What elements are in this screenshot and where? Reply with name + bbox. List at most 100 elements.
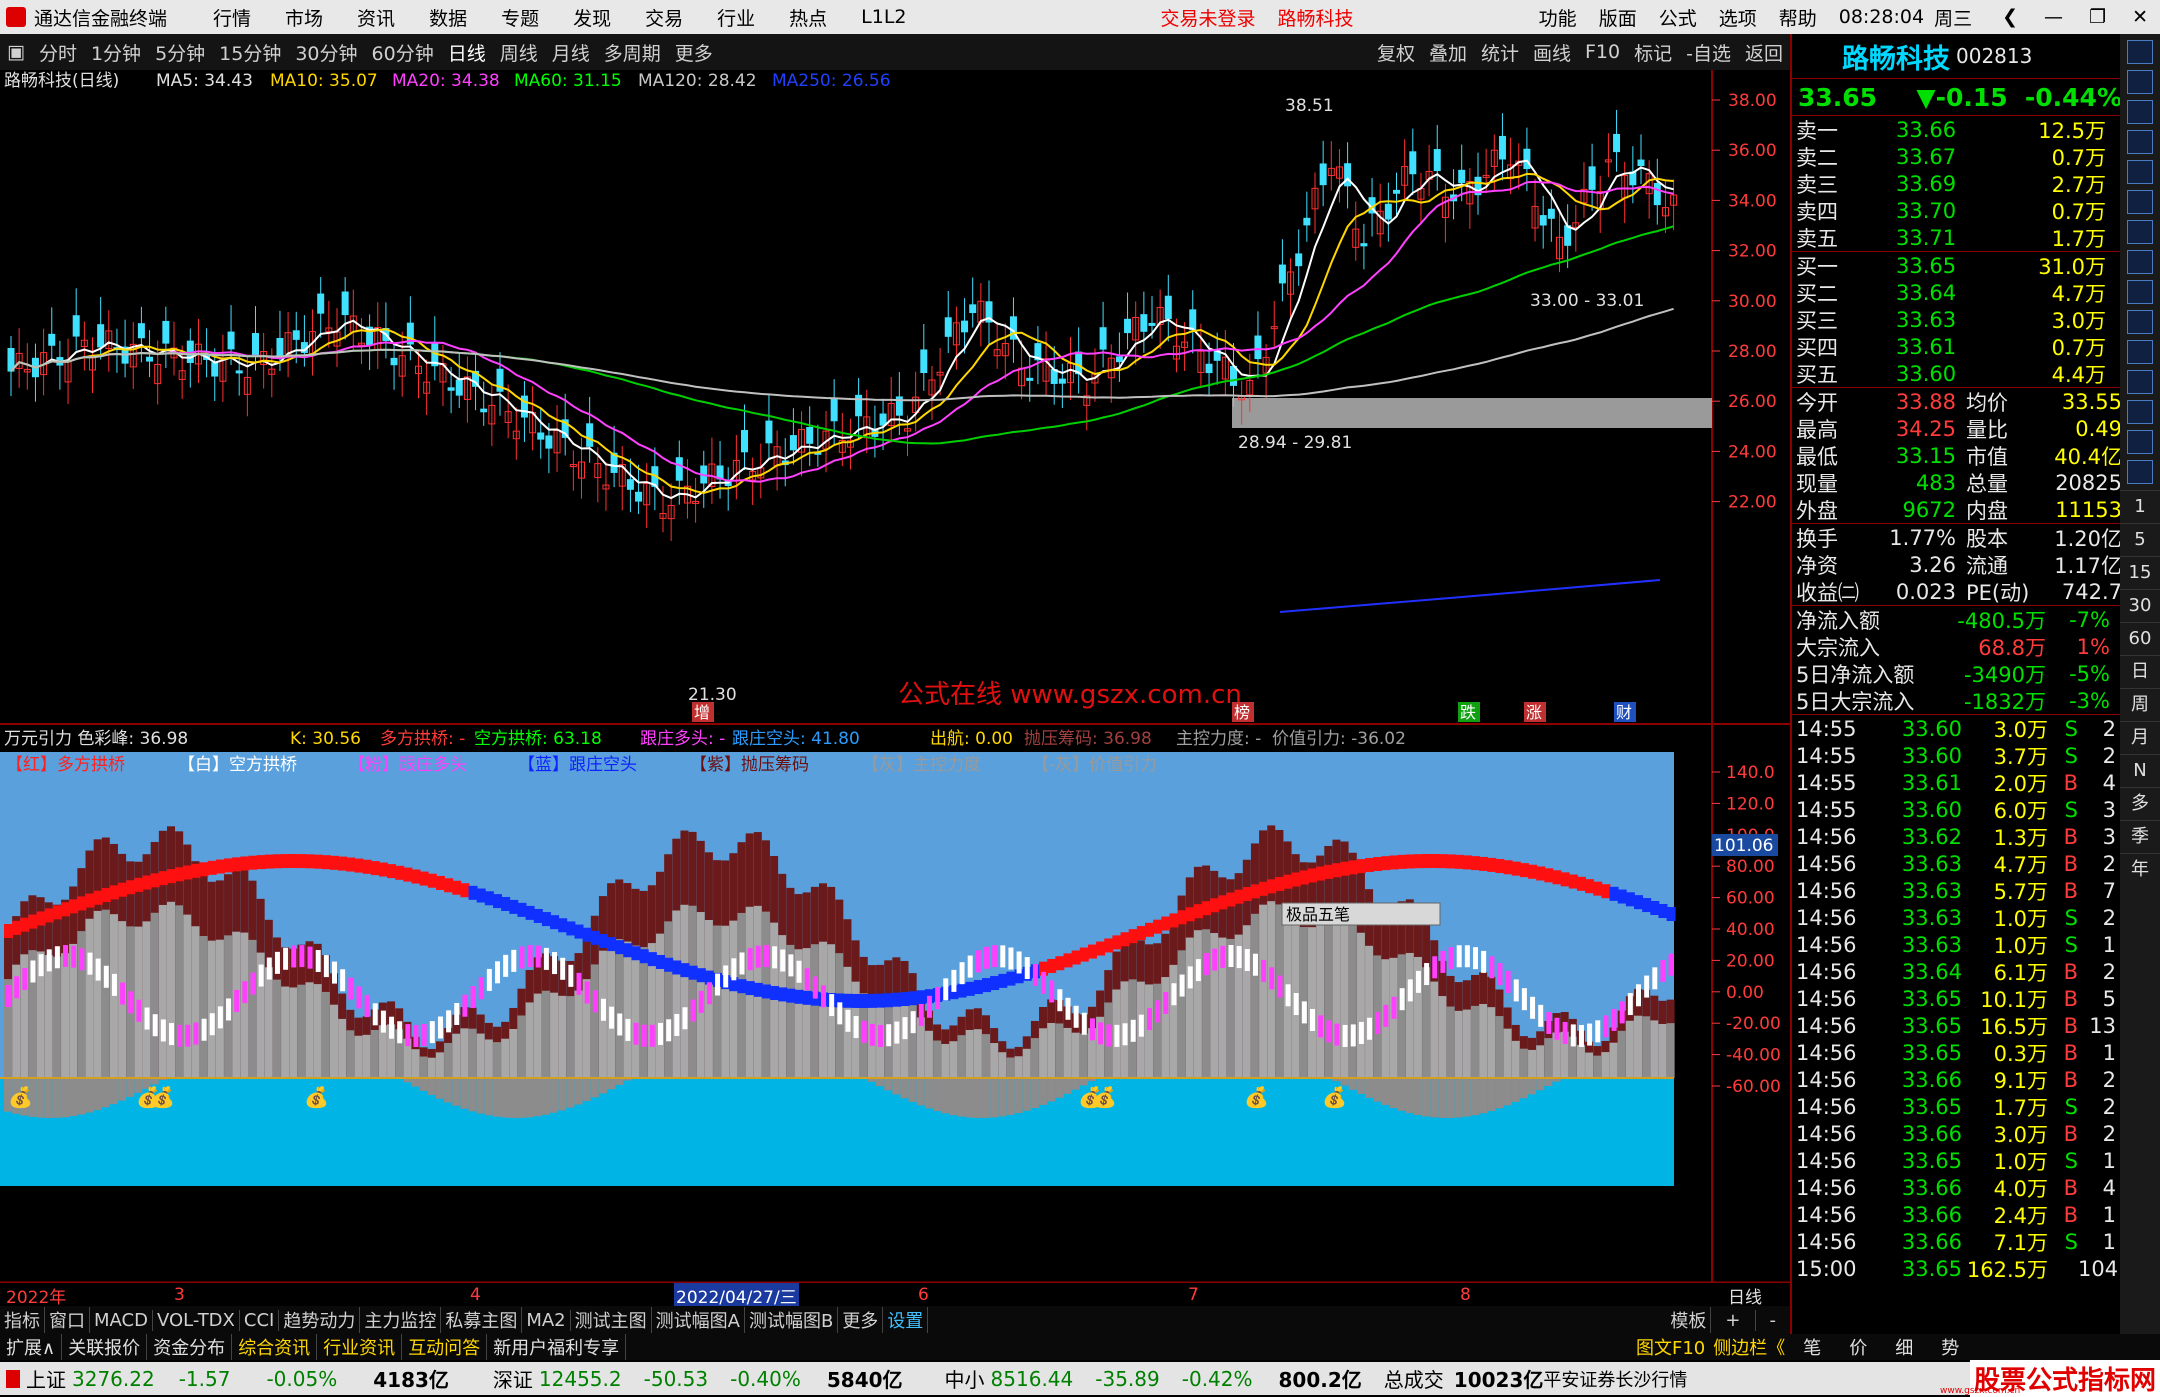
period-fenshi[interactable]: 分时: [32, 39, 84, 66]
tab-test-main[interactable]: 测试主图: [571, 1307, 652, 1333]
event-marker-bang[interactable]: 榜: [1234, 703, 1250, 722]
event-marker-zeng[interactable]: 增: [694, 703, 710, 722]
sidebar-period-button[interactable]: N: [2120, 754, 2160, 787]
period-daily[interactable]: 日线: [441, 39, 493, 66]
tab-indicator[interactable]: 指标: [0, 1307, 45, 1333]
period-multi[interactable]: 多周期: [597, 39, 668, 66]
period-15min[interactable]: 15分钟: [212, 39, 288, 66]
menu-news[interactable]: 资讯: [357, 4, 395, 31]
mark-button[interactable]: 标记: [1627, 39, 1679, 66]
template-button[interactable]: 模板: [1666, 1307, 1712, 1333]
add-pane-button[interactable]: +: [1711, 1309, 1756, 1331]
sidebar-period-button[interactable]: 1: [2120, 490, 2160, 523]
menu-discover[interactable]: 发现: [573, 4, 611, 31]
minimize-icon[interactable]: —: [2044, 6, 2063, 28]
menu-data[interactable]: 数据: [429, 4, 467, 31]
period-monthly[interactable]: 月线: [545, 39, 597, 66]
sidebar-tool-icon[interactable]: [2127, 40, 2153, 64]
sidebar-tool-icon[interactable]: [2127, 430, 2153, 454]
tab-f10-graphic[interactable]: 图文F10: [1632, 1334, 1709, 1360]
sidebar-period-button[interactable]: 多: [2120, 787, 2160, 820]
tab-settings[interactable]: 设置: [883, 1307, 929, 1333]
overlay-button[interactable]: 叠加: [1422, 39, 1474, 66]
jipin-wubi-label[interactable]: 极品五笔: [1286, 905, 1350, 924]
sidebar-tool-icon[interactable]: [2127, 400, 2153, 424]
tab-main-monitor[interactable]: 主力监控: [360, 1307, 442, 1333]
zx-name[interactable]: 中小: [945, 1364, 985, 1393]
period-1min[interactable]: 1分钟: [84, 39, 148, 66]
menu-hot[interactable]: 热点: [789, 4, 827, 31]
tab-general-news[interactable]: 综合资讯: [232, 1334, 318, 1360]
sidebar-period-button[interactable]: 15: [2120, 556, 2160, 589]
sidebar-period-button[interactable]: 周: [2120, 688, 2160, 721]
tab-cci[interactable]: CCI: [240, 1309, 280, 1331]
menu-topics[interactable]: 专题: [501, 4, 539, 31]
sidebar-tool-icon[interactable]: [2127, 160, 2153, 184]
tab-fund-distribution[interactable]: 资金分布: [147, 1334, 233, 1360]
tab-related-quotes[interactable]: 关联报价: [62, 1334, 148, 1360]
back-icon[interactable]: ❮: [2002, 6, 2018, 28]
menu-formula[interactable]: 公式: [1659, 4, 1697, 31]
tab-new-user-benefit[interactable]: 新用户福利专享: [487, 1334, 627, 1360]
tab-macd[interactable]: MACD: [90, 1309, 153, 1331]
sidebar-tool-icon[interactable]: [2127, 340, 2153, 364]
tab-window[interactable]: 窗口: [45, 1307, 90, 1333]
period-5min[interactable]: 5分钟: [148, 39, 212, 66]
tab-expand[interactable]: 扩展∧: [0, 1334, 63, 1360]
menu-help[interactable]: 帮助: [1779, 4, 1817, 31]
login-status[interactable]: 交易未登录: [1161, 4, 1256, 31]
period-weekly[interactable]: 周线: [493, 39, 545, 66]
tab-private-main[interactable]: 私募主图: [441, 1307, 523, 1333]
restore-icon[interactable]: ❐: [2089, 6, 2106, 28]
tab-test-sub-b[interactable]: 测试幅图B: [745, 1307, 839, 1333]
sidebar-tool-icon[interactable]: [2127, 220, 2153, 244]
tab-test-sub-a[interactable]: 测试幅图A: [652, 1307, 745, 1333]
menu-trade[interactable]: 交易: [645, 4, 683, 31]
event-marker-zhang[interactable]: 涨: [1526, 703, 1542, 722]
tick-list[interactable]: 14:55 33.60 3.0万 S 2 14:55 33.60 3.7万 S 2 14:55 33.…: [1792, 715, 2122, 1282]
sidebar-tool-icon[interactable]: [2127, 310, 2153, 334]
sidebar-tool-icon[interactable]: [2127, 70, 2153, 94]
tab-detail[interactable]: 细: [1881, 1334, 1927, 1360]
menu-quotes[interactable]: 行情: [213, 4, 251, 31]
sidebar-period-button[interactable]: 季: [2120, 820, 2160, 853]
tab-price[interactable]: 价: [1835, 1334, 1881, 1360]
tab-qa[interactable]: 互动问答: [402, 1334, 488, 1360]
sidebar-period-button[interactable]: 60: [2120, 622, 2160, 655]
kline-chart-area[interactable]: 路畅科技(日线) MA5: 34.43 MA10: 35.07 MA20: 34…: [0, 70, 1790, 1282]
f10-button[interactable]: F10: [1578, 41, 1627, 63]
tab-trend-power[interactable]: 趋势动力: [279, 1307, 361, 1333]
menu-l1l2[interactable]: L1L2: [861, 6, 906, 28]
close-icon[interactable]: ✕: [2132, 6, 2148, 28]
tab-more[interactable]: 更多: [838, 1307, 884, 1333]
statistics-button[interactable]: 统计: [1474, 39, 1526, 66]
sh-name[interactable]: 上证: [26, 1364, 66, 1393]
window-icon[interactable]: ▣: [0, 41, 32, 63]
tab-industry-news[interactable]: 行业资讯: [317, 1334, 403, 1360]
draw-line-button[interactable]: 画线: [1526, 39, 1578, 66]
menu-market[interactable]: 市场: [285, 4, 323, 31]
sidebar-period-button[interactable]: 日: [2120, 655, 2160, 688]
sidebar-tool-icon[interactable]: [2127, 280, 2153, 304]
sidebar-tool-icon[interactable]: [2127, 370, 2153, 394]
tab-vol-tdx[interactable]: VOL-TDX: [153, 1309, 240, 1331]
period-more[interactable]: 更多: [668, 39, 720, 66]
sidebar-tool-icon[interactable]: [2127, 250, 2153, 274]
remove-watchlist-button[interactable]: -自选: [1679, 39, 1738, 66]
sidebar-tool-icon[interactable]: [2127, 460, 2153, 484]
sidebar-tool-icon[interactable]: [2127, 100, 2153, 124]
menu-layout[interactable]: 版面: [1599, 4, 1637, 31]
menu-options[interactable]: 选项: [1719, 4, 1757, 31]
indicator-title[interactable]: 万元引力 色彩峰: 36.98: [4, 729, 188, 749]
sidebar-period-button[interactable]: 月: [2120, 721, 2160, 754]
tab-trend[interactable]: 势: [1927, 1334, 1973, 1360]
tab-ticks[interactable]: 笔: [1789, 1334, 1835, 1360]
sidebar-period-button[interactable]: 30: [2120, 589, 2160, 622]
menu-function[interactable]: 功能: [1539, 4, 1577, 31]
tab-ma2[interactable]: MA2: [522, 1309, 571, 1331]
event-marker-die[interactable]: 跌: [1460, 703, 1476, 722]
sidebar-period-button[interactable]: 年: [2120, 853, 2160, 886]
menu-industry[interactable]: 行业: [717, 4, 755, 31]
sidebar-tool-icon[interactable]: [2127, 130, 2153, 154]
period-60min[interactable]: 60分钟: [365, 39, 441, 66]
